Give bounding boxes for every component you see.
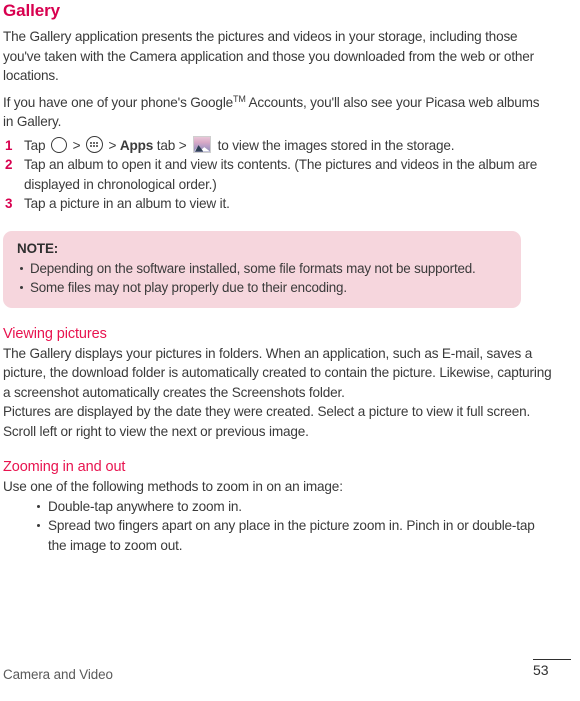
zooming-heading: Zooming in and out (3, 459, 126, 475)
intro-paragraph-1: The Gallery application presents the pic… (3, 29, 535, 83)
step-1-prefix: Tap (24, 137, 49, 153)
step-item-3: 3 Tap a picture in an album to view it. (3, 194, 553, 214)
step-1-separator-2: > (104, 137, 120, 153)
page-number-rule (533, 659, 571, 661)
step-1-mid: tab > (153, 137, 191, 153)
footer-chapter-label: Camera and Video (3, 667, 113, 682)
note-box: NOTE: Depending on the software installe… (3, 230, 521, 308)
step-number-1: 1 (5, 137, 13, 153)
note-list-item: Depending on the software installed, som… (17, 259, 507, 278)
viewing-pictures-paragraph-1: The Gallery displays your pictures in fo… (3, 345, 552, 400)
page-footer: Camera and Video 53 (0, 657, 580, 701)
step-item-1: 1 Tap > > Apps tab > to view the images … (3, 135, 553, 156)
zooming-intro: Use one of the following methods to zoom… (3, 479, 343, 494)
page-number-block: 53 (533, 659, 573, 679)
page-title: Gallery (3, 1, 60, 20)
zooming-list-item: Spread two fingers apart on any place in… (35, 516, 553, 555)
home-circle-icon (50, 136, 67, 153)
apps-tab-label: Apps (119, 137, 154, 153)
steps-list: 1 Tap > > Apps tab > to view the images … (3, 135, 553, 214)
note-list-item: Some files may not play properly due to … (17, 278, 507, 297)
manual-page: Gallery The Gallery application presents… (0, 0, 580, 701)
step-text-2: Tap an album to open it and view its con… (24, 157, 538, 192)
step-1-suffix: to view the images stored in the storage… (214, 137, 455, 153)
note-list: Depending on the software installed, som… (17, 259, 507, 297)
step-text-3: Tap a picture in an album to view it. (24, 196, 230, 211)
step-item-2: 2 Tap an album to open it and view its c… (3, 155, 553, 194)
step-body-1: Tap > > Apps tab > to view the images st… (24, 135, 455, 153)
step-1-separator-1: > (68, 137, 84, 153)
zooming-list-item: Double-tap anywhere to zoom in. (35, 497, 553, 517)
trademark-symbol: TM (233, 93, 246, 104)
intro-paragraph-2-pre: If you have one of your phone's Google (3, 94, 234, 110)
viewing-pictures-paragraph-2: Pictures are displayed by the date they … (3, 404, 531, 439)
step-number-2: 2 (5, 157, 13, 172)
page-content: Gallery The Gallery application presents… (3, 0, 553, 555)
note-title: NOTE: (17, 240, 59, 256)
apps-grid-icon (85, 135, 103, 153)
intro-paragraph-2: If you have one of your phone's GoogleTM… (3, 90, 553, 132)
step-number-3: 3 (5, 196, 13, 211)
zooming-list: Double-tap anywhere to zoom in. Spread t… (3, 497, 553, 556)
page-number: 53 (533, 662, 549, 679)
gallery-thumbnail-icon (193, 135, 212, 153)
viewing-pictures-heading: Viewing pictures (3, 325, 107, 342)
